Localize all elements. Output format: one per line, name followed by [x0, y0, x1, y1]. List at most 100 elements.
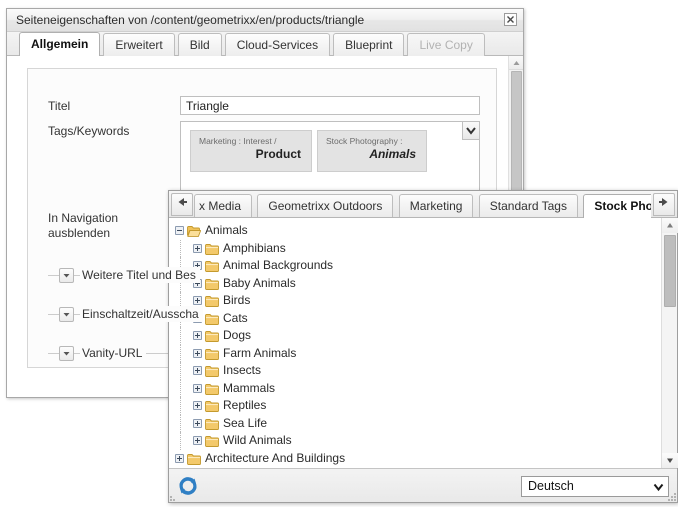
tab-erweitert[interactable]: Erweitert — [103, 33, 175, 56]
expand-toggle-icon[interactable] — [193, 243, 202, 253]
tag-chip[interactable]: Stock Photography : Animals — [317, 130, 427, 172]
scroll-up-icon[interactable] — [662, 218, 678, 233]
tags-field[interactable]: Marketing : Interest / Product Stock Pho… — [180, 121, 480, 193]
chevron-down-icon[interactable] — [59, 307, 74, 322]
tree-item[interactable]: Reptiles — [169, 397, 677, 415]
folder-closed-icon — [205, 418, 219, 430]
chevron-down-icon[interactable] — [651, 480, 665, 494]
tab-list: x Media Geometrixx Outdoors Marketing St… — [194, 191, 651, 218]
tab-label: Cloud-Services — [236, 38, 319, 52]
tree-item-label: Reptiles — [223, 398, 267, 413]
tab-label: Standard Tags — [489, 199, 567, 213]
screen-root: Seiteneigenschaften von /content/geometr… — [0, 0, 678, 507]
tab-stock-photography[interactable]: Stock Photography — [583, 194, 651, 218]
tree-item[interactable]: Animal Backgrounds — [169, 257, 677, 275]
hide-nav-line-2: ausblenden — [48, 226, 111, 240]
tree-item[interactable]: Architecture And Buildings — [169, 450, 677, 468]
tree-guide-line — [180, 414, 181, 432]
tree-item[interactable]: Amphibians — [169, 239, 677, 257]
arrow-right-icon[interactable] — [653, 193, 675, 216]
tab-geometrixx-outdoors[interactable]: Geometrixx Outdoors — [257, 194, 394, 217]
tree-item[interactable]: Sea Life — [169, 414, 677, 432]
collapse-toggle-icon[interactable] — [175, 226, 184, 236]
resize-grip[interactable] — [667, 492, 676, 501]
expand-toggle-icon[interactable] — [193, 366, 202, 376]
tree-item-label: Farm Animals — [223, 345, 297, 360]
tree-item[interactable]: Insects — [169, 362, 677, 380]
tags-dropdown-chevron-down-icon[interactable] — [462, 121, 480, 140]
expand-toggle-icon[interactable] — [175, 453, 184, 463]
folder-closed-icon — [205, 260, 219, 273]
tree-item-label: Dogs — [223, 328, 252, 343]
title-input[interactable] — [180, 96, 480, 115]
folder-open-icon — [187, 225, 202, 238]
dialog-title: Seiteneigenschaften von /content/geometr… — [16, 13, 365, 27]
language-value: Deutsch — [528, 479, 574, 493]
resize-grip-left[interactable] — [170, 493, 178, 501]
expand-toggle-icon[interactable] — [193, 331, 202, 341]
tree-guide-line — [180, 397, 181, 415]
tab-marketing[interactable]: Marketing — [398, 194, 474, 217]
tab-label: Erweitert — [115, 38, 163, 52]
tree-item-label: Mammals — [223, 380, 276, 395]
tag-chip[interactable]: Marketing : Interest / Product — [190, 130, 312, 172]
expand-toggle-icon[interactable] — [193, 401, 202, 411]
tag-value: Animals — [369, 147, 416, 161]
tree-item[interactable]: Animals — [169, 222, 677, 240]
tab-blueprint[interactable]: Blueprint — [333, 33, 405, 56]
close-icon[interactable] — [504, 13, 518, 27]
tree-item[interactable]: Dogs — [169, 327, 677, 345]
tree-item[interactable]: Cats — [169, 309, 677, 327]
tree-item[interactable]: Farm Animals — [169, 344, 677, 362]
tree-item-label: Sea Life — [223, 415, 268, 430]
tag-tree[interactable]: Animals Amphibians Animal Backgrounds Baby … — [169, 218, 677, 468]
tag-picker-popup: x Media Geometrixx Outdoors Marketing St… — [168, 190, 678, 503]
tree-item-label: Baby Animals — [223, 275, 296, 290]
folder-closed-icon — [205, 435, 219, 448]
tab-cloud-services[interactable]: Cloud-Services — [224, 33, 331, 56]
tab-geometrixx-media[interactable]: x Media — [194, 194, 253, 217]
refresh-icon[interactable] — [177, 475, 199, 497]
tree-guide-line — [180, 239, 181, 257]
tab-label: Allgemein — [31, 37, 89, 51]
expand-toggle-icon[interactable] — [193, 296, 202, 306]
tree-item-label: Cats — [223, 310, 248, 325]
folder-closed-icon — [205, 348, 219, 360]
language-select[interactable]: Deutsch — [521, 476, 669, 497]
tags-field-label: Tags/Keywords — [48, 124, 130, 138]
collapsible-label: Vanity-URL — [80, 345, 147, 361]
tree-item[interactable]: Wild Animals — [169, 432, 677, 450]
folder-closed-icon — [205, 278, 219, 290]
scroll-up-icon[interactable] — [509, 56, 523, 70]
folder-closed-icon — [205, 295, 219, 308]
chevron-down-icon[interactable] — [59, 268, 74, 283]
tab-label: Bild — [189, 38, 210, 52]
expand-toggle-icon[interactable] — [193, 436, 202, 446]
chevron-down-icon[interactable] — [59, 346, 74, 361]
tree-item[interactable]: Mammals — [169, 379, 677, 397]
dialog-titlebar[interactable]: Seiteneigenschaften von /content/geometr… — [7, 9, 523, 32]
tag-category: Stock Photography : — [326, 136, 403, 146]
tag-tree-scroll-thumb[interactable] — [664, 235, 676, 307]
expand-toggle-icon[interactable] — [193, 418, 202, 428]
tab-standard-tags[interactable]: Standard Tags — [478, 194, 578, 217]
tab-label: Stock Photography — [594, 199, 651, 213]
tree-item[interactable]: Birds — [169, 292, 677, 310]
tree-item-label: Insects — [223, 363, 262, 378]
tree-item[interactable]: Baby Animals — [169, 274, 677, 292]
folder-closed-icon — [187, 453, 201, 465]
tree-guide-line — [180, 362, 181, 380]
tree-item-label: Wild Animals — [223, 433, 292, 448]
title-field-label: Titel — [48, 99, 71, 113]
tree-guide-line — [180, 379, 181, 397]
tag-tree-scrollbar[interactable] — [661, 218, 678, 468]
tab-bild[interactable]: Bild — [177, 33, 222, 56]
tag-value: Product — [255, 147, 301, 161]
tab-allgemein[interactable]: Allgemein — [19, 32, 101, 56]
scroll-down-icon[interactable] — [662, 453, 678, 468]
arrow-left-icon[interactable] — [171, 193, 193, 216]
collapsible-label: Weitere Titel und Bes — [80, 267, 200, 283]
expand-toggle-icon[interactable] — [193, 348, 202, 358]
tag-tree-rows: Animals Amphibians Animal Backgrounds Baby … — [169, 218, 677, 467]
expand-toggle-icon[interactable] — [193, 383, 202, 393]
